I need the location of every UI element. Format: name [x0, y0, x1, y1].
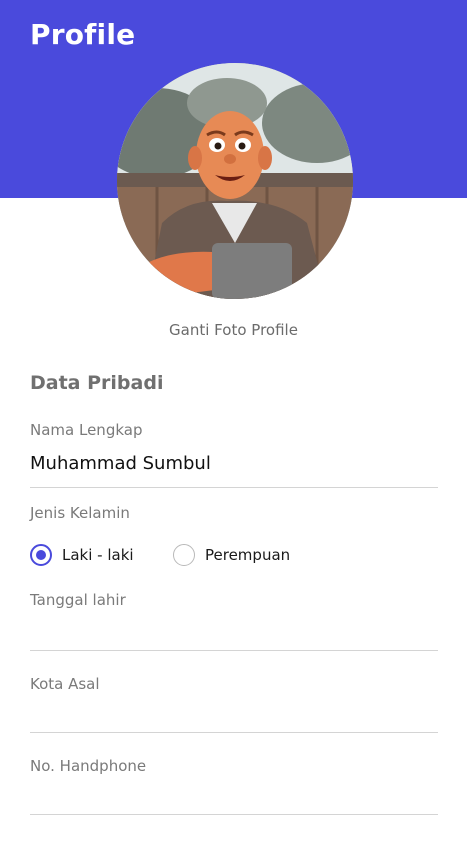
full-name-label: Nama Lengkap	[30, 421, 143, 439]
city-label: Kota Asal	[30, 675, 100, 693]
birth-date-label: Tanggal lahir	[30, 591, 126, 609]
radio-selected-icon[interactable]	[30, 544, 52, 566]
profile-photo-avatar[interactable]	[117, 63, 353, 299]
gender-option-female-label: Perempuan	[205, 546, 291, 564]
gender-option-male-label: Laki - laki	[62, 546, 134, 564]
gender-radio-group: Laki - laki Perempuan	[30, 544, 450, 570]
full-name-underline	[30, 487, 438, 488]
gender-option-female[interactable]: Perempuan	[173, 544, 290, 566]
phone-label: No. Handphone	[30, 757, 147, 775]
birth-date-underline	[30, 650, 438, 651]
radio-unselected-icon[interactable]	[173, 544, 195, 566]
page-title: Profile	[30, 18, 136, 51]
city-underline	[30, 732, 438, 733]
city-field[interactable]	[30, 700, 438, 730]
phone-underline	[30, 814, 438, 815]
avatar-image	[117, 63, 353, 299]
change-photo-link[interactable]: Ganti Foto Profile	[0, 321, 467, 339]
full-name-field[interactable]: Muhammad Sumbul	[30, 453, 211, 474]
section-title: Data Pribadi	[30, 372, 164, 394]
gender-label: Jenis Kelamin	[30, 504, 130, 522]
gender-option-male[interactable]: Laki - laki	[30, 544, 134, 566]
birth-date-field[interactable]	[30, 617, 438, 647]
phone-field[interactable]	[30, 782, 438, 812]
